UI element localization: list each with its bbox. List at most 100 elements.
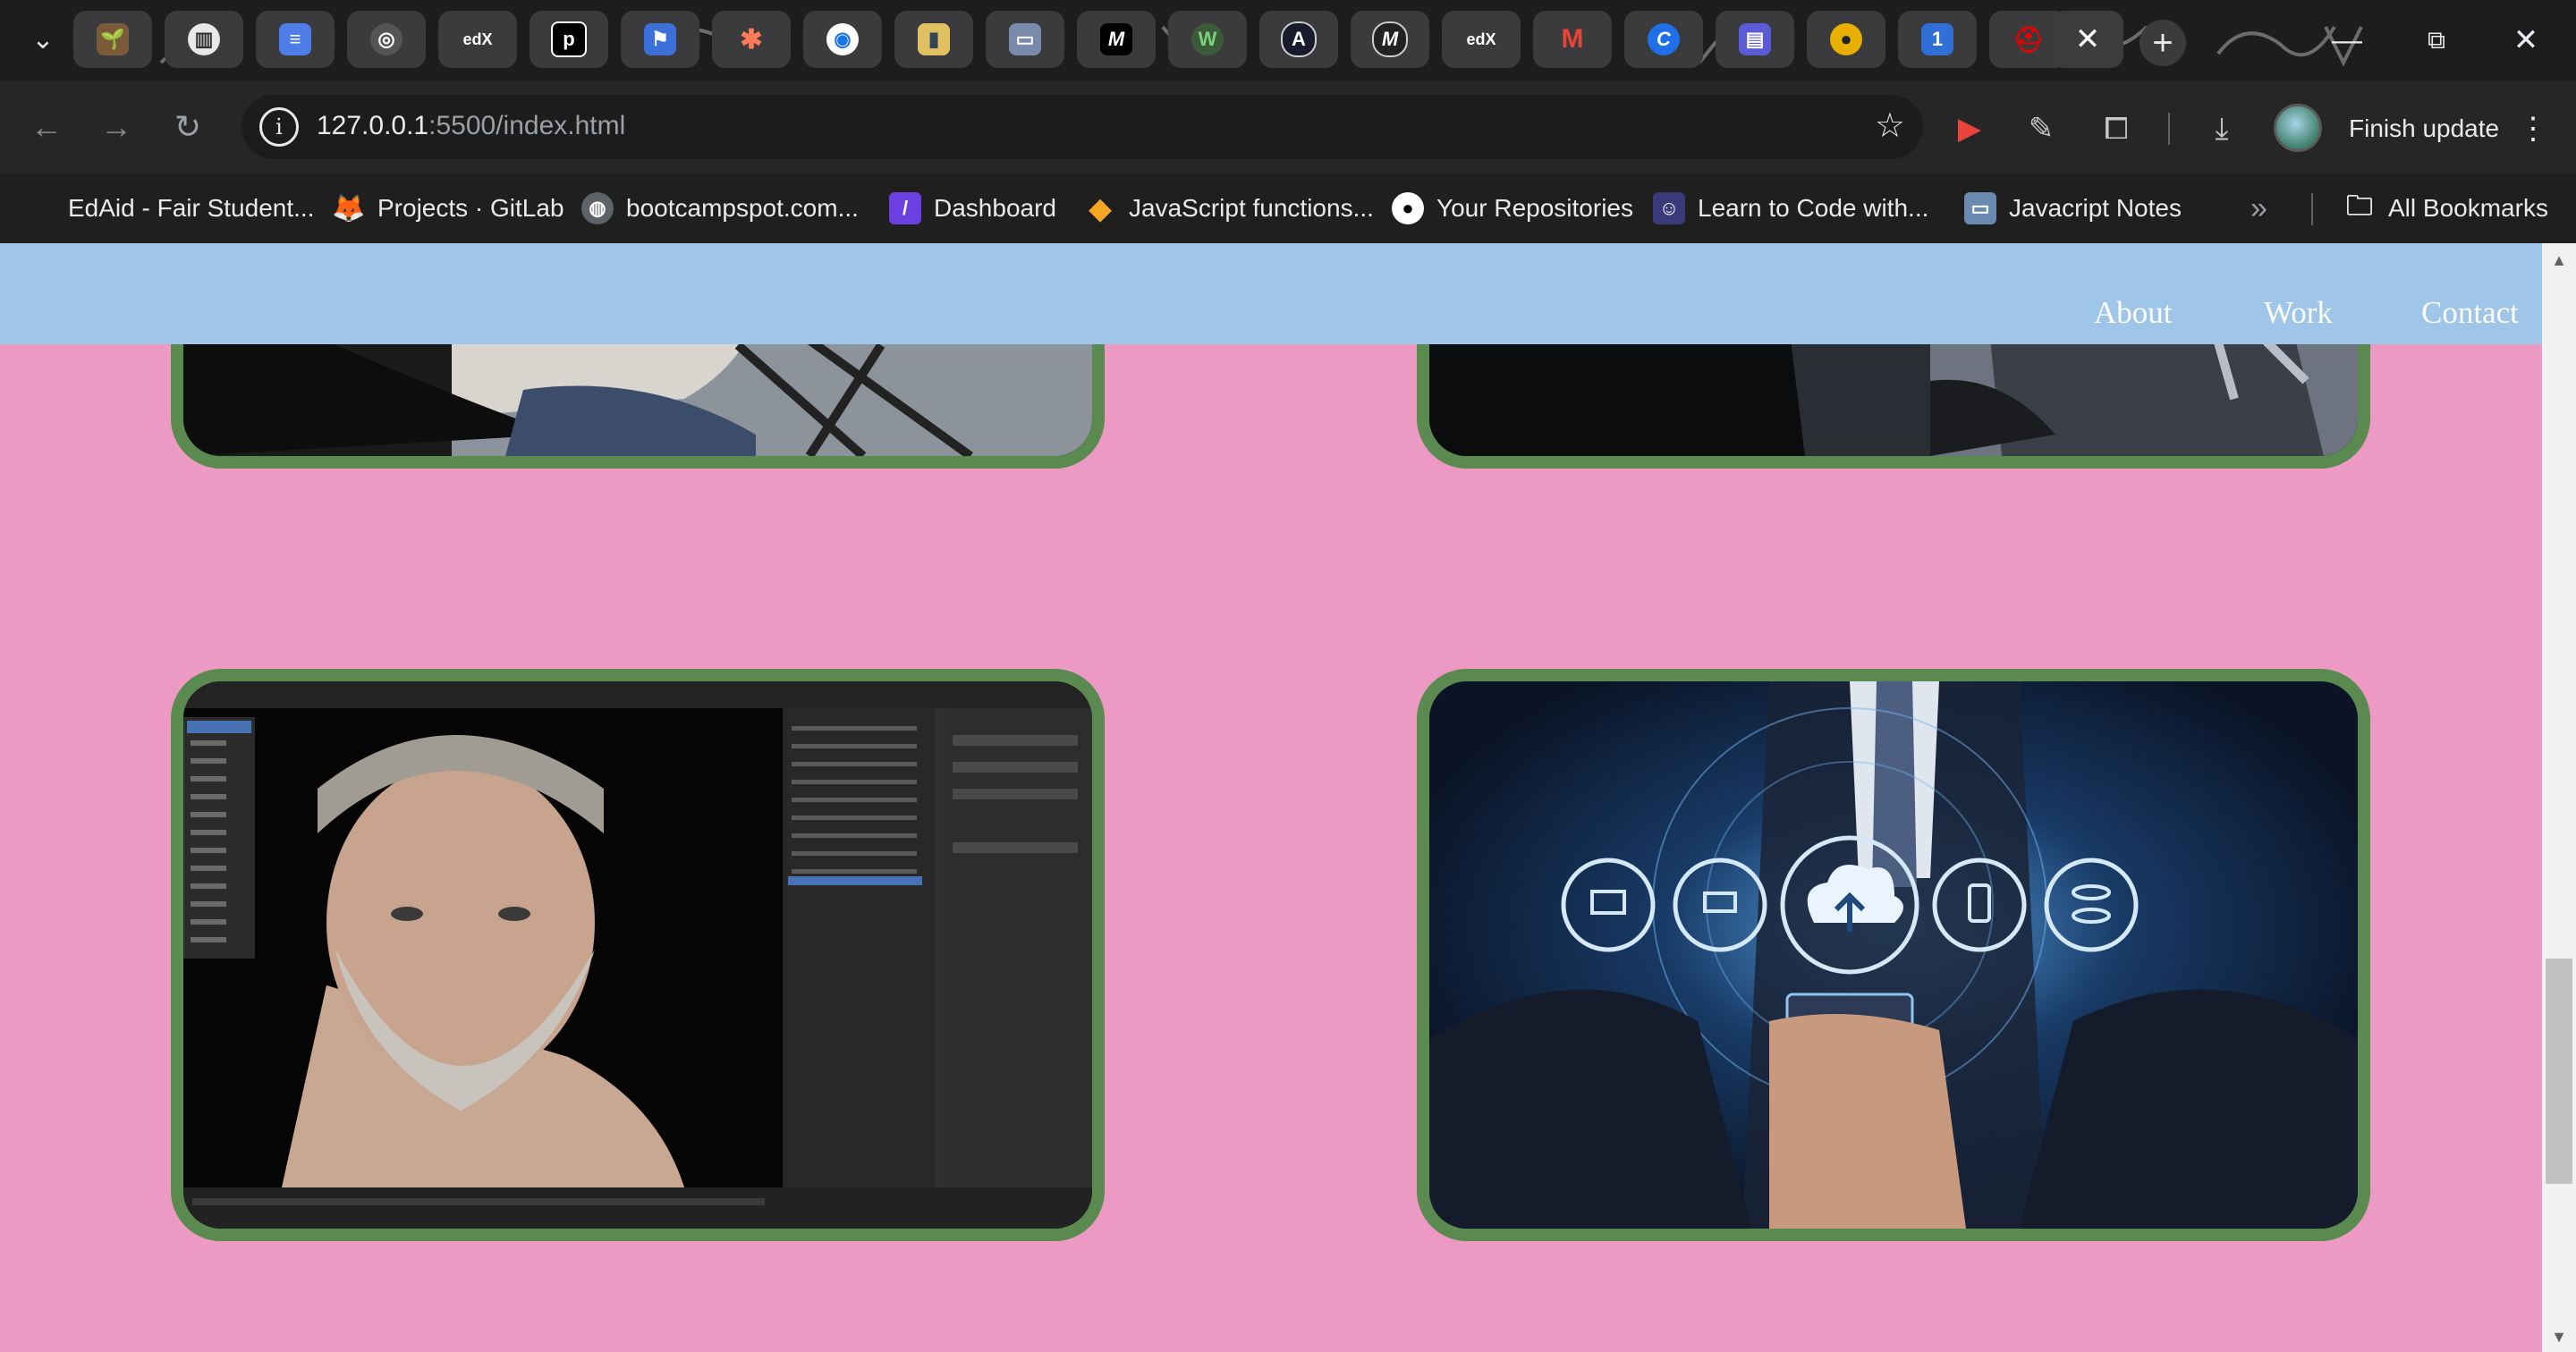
globe-icon: ◍ <box>581 192 614 224</box>
scrollbar-thumb[interactable] <box>2546 959 2572 1184</box>
nav-work-link[interactable]: Work <box>2264 295 2333 331</box>
bookmark-label: Projects · GitLab <box>377 194 564 222</box>
page-scrollbar[interactable] <box>2542 243 2576 1352</box>
tab-11[interactable]: ▭ <box>986 11 1064 68</box>
tab-10[interactable]: ▮ <box>894 11 973 68</box>
profile-avatar[interactable] <box>2274 104 2322 152</box>
eyedropper-extension-icon[interactable]: ✎ <box>2018 106 2064 152</box>
site-info-icon[interactable]: i <box>259 107 299 147</box>
tab-15[interactable]: M <box>1351 11 1429 68</box>
nav-contact-link[interactable]: Contact <box>2421 295 2519 331</box>
tab-16[interactable]: edX <box>1442 11 1521 68</box>
flag-icon: ⚑ <box>644 23 676 55</box>
docs-icon: ≡ <box>279 23 311 55</box>
tab-strip: ⌄ 🌱 ▥ ≡ ◎ edX p ⚑ ✱ ◉ ▮ ▭ M W A M edX M … <box>0 0 2576 80</box>
tab-21[interactable]: 1 <box>1898 11 1977 68</box>
reload-icon[interactable]: ↻ <box>165 104 211 150</box>
gmail-icon: M <box>1561 24 1584 54</box>
m-icon: M <box>1100 23 1132 55</box>
tab-8[interactable]: ✱ <box>712 11 791 68</box>
w-icon: W <box>1191 23 1224 55</box>
new-tab-button[interactable]: + <box>2140 20 2186 66</box>
m-circle-icon: M <box>1372 21 1408 57</box>
target-icon: ◉ <box>826 23 859 55</box>
url-text[interactable]: 127.0.0.1:5500/index.html <box>317 111 625 141</box>
bookmark-javascript-functions[interactable]: ◆ JavaScript functions... <box>1084 188 1374 229</box>
all-bookmarks-label: All Bookmarks <box>2388 194 2548 222</box>
screen-record-extension-icon[interactable]: ▶ <box>1946 106 1993 152</box>
screen-icon: ▤ <box>1739 23 1771 55</box>
coin-icon: ● <box>1830 23 1862 55</box>
tab-18[interactable]: C <box>1624 11 1703 68</box>
url-host: 127.0.0.1 <box>317 111 429 140</box>
github-icon: ● <box>1392 192 1424 224</box>
scroll-up-arrow-icon[interactable]: ▲ <box>2542 247 2576 274</box>
tab-17[interactable]: M <box>1533 11 1612 68</box>
bookmark-label: bootcampspot.com... <box>626 194 859 222</box>
folder-icon: 🗀 <box>2346 190 2373 221</box>
tab-20[interactable]: ● <box>1807 11 1885 68</box>
back-icon[interactable]: ← <box>23 104 70 150</box>
tab-13[interactable]: W <box>1168 11 1247 68</box>
bookmark-label: Learn to Code with... <box>1698 194 1929 222</box>
bookmark-label: Your Repositories <box>1436 194 1633 222</box>
bookmark-label: Javacript Notes <box>2009 194 2182 222</box>
tab-3[interactable]: ≡ <box>256 11 335 68</box>
edx-icon: edX <box>462 30 493 48</box>
redhat-icon: ⛑ <box>2012 25 2045 54</box>
extensions-puzzle-icon[interactable]: ⧠ <box>2093 106 2140 152</box>
finish-update-button[interactable]: Finish update <box>2349 107 2499 150</box>
url-path: :5500/index.html <box>428 111 626 140</box>
bookmark-dashboard[interactable]: / Dashboard <box>889 188 1056 229</box>
tab-14[interactable]: A <box>1259 11 1338 68</box>
tab-12[interactable]: M <box>1077 11 1156 68</box>
all-bookmarks[interactable]: 🗀 All Bookmarks <box>2343 188 2548 229</box>
bookmark-bootcampspot[interactable]: ◍ bootcampspot.com... <box>581 188 859 229</box>
project-card-3[interactable] <box>171 669 1105 1241</box>
tab-19[interactable]: ▤ <box>1716 11 1794 68</box>
project-image-3d-sculpt <box>183 681 1092 1229</box>
project-image-cloud-tech <box>1429 681 2358 1229</box>
tab-1[interactable]: 🌱 <box>73 11 152 68</box>
tab-2[interactable]: ▥ <box>165 11 243 68</box>
monitor-icon: ▭ <box>1964 192 1996 224</box>
edx-ring-icon: ◎ <box>370 23 402 55</box>
browser-menu-icon[interactable]: ⋮ <box>2518 107 2548 150</box>
a-icon: A <box>1281 21 1317 57</box>
plant-icon: 🌱 <box>97 23 129 55</box>
tab-9[interactable]: ◉ <box>803 11 882 68</box>
tab-active[interactable]: ✕ <box>2052 11 2123 68</box>
scroll-down-arrow-icon[interactable]: ▼ <box>2542 1323 2576 1350</box>
one-icon: 1 <box>1921 23 1953 55</box>
bookmark-gitlab[interactable]: 🦊 Projects · GitLab <box>332 188 564 229</box>
tab-5[interactable]: edX <box>438 11 517 68</box>
close-window-icon[interactable]: ✕ <box>2490 16 2562 64</box>
address-bar[interactable]: i 127.0.0.1:5500/index.html ☆ <box>242 95 1923 159</box>
p-icon: p <box>551 21 587 57</box>
nav-about-link[interactable]: About <box>2094 295 2173 331</box>
bookmark-edaid[interactable]: EdAid - Fair Student... <box>68 188 314 229</box>
close-tab-icon[interactable]: ✕ <box>2075 21 2101 57</box>
more-bookmarks-icon[interactable]: » <box>2250 188 2267 229</box>
project-card-4[interactable] <box>1417 669 2370 1241</box>
tab-search-chevron-icon[interactable]: ⌄ <box>23 20 63 59</box>
bookmark-learn-to-code[interactable]: ☺ Learn to Code with... <box>1653 188 1928 229</box>
diamond-icon: ◆ <box>1089 192 1112 224</box>
tv-icon: ▭ <box>1009 23 1041 55</box>
bookmark-label: Dashboard <box>934 194 1056 222</box>
trello-icon: ▥ <box>188 23 220 55</box>
bookmark-repositories[interactable]: ● Your Repositories <box>1392 188 1633 229</box>
tab-4[interactable]: ◎ <box>347 11 426 68</box>
forward-icon[interactable]: → <box>93 104 140 150</box>
tab-6[interactable]: p <box>530 11 608 68</box>
c-icon: C <box>1648 23 1680 55</box>
bookmark-star-icon[interactable]: ☆ <box>1875 106 1905 146</box>
minimize-icon[interactable]: — <box>2311 16 2383 64</box>
asterisk-icon: ✱ <box>740 24 763 55</box>
toolbar-divider <box>2168 113 2170 145</box>
tab-7[interactable]: ⚑ <box>621 11 699 68</box>
restore-icon[interactable]: ⧉ <box>2401 16 2472 64</box>
bookmark-label: EdAid - Fair Student... <box>68 194 315 222</box>
bookmark-javascript-notes[interactable]: ▭ Javacript Notes <box>1964 188 2182 229</box>
downloads-icon[interactable]: ⤓ <box>2199 106 2245 152</box>
